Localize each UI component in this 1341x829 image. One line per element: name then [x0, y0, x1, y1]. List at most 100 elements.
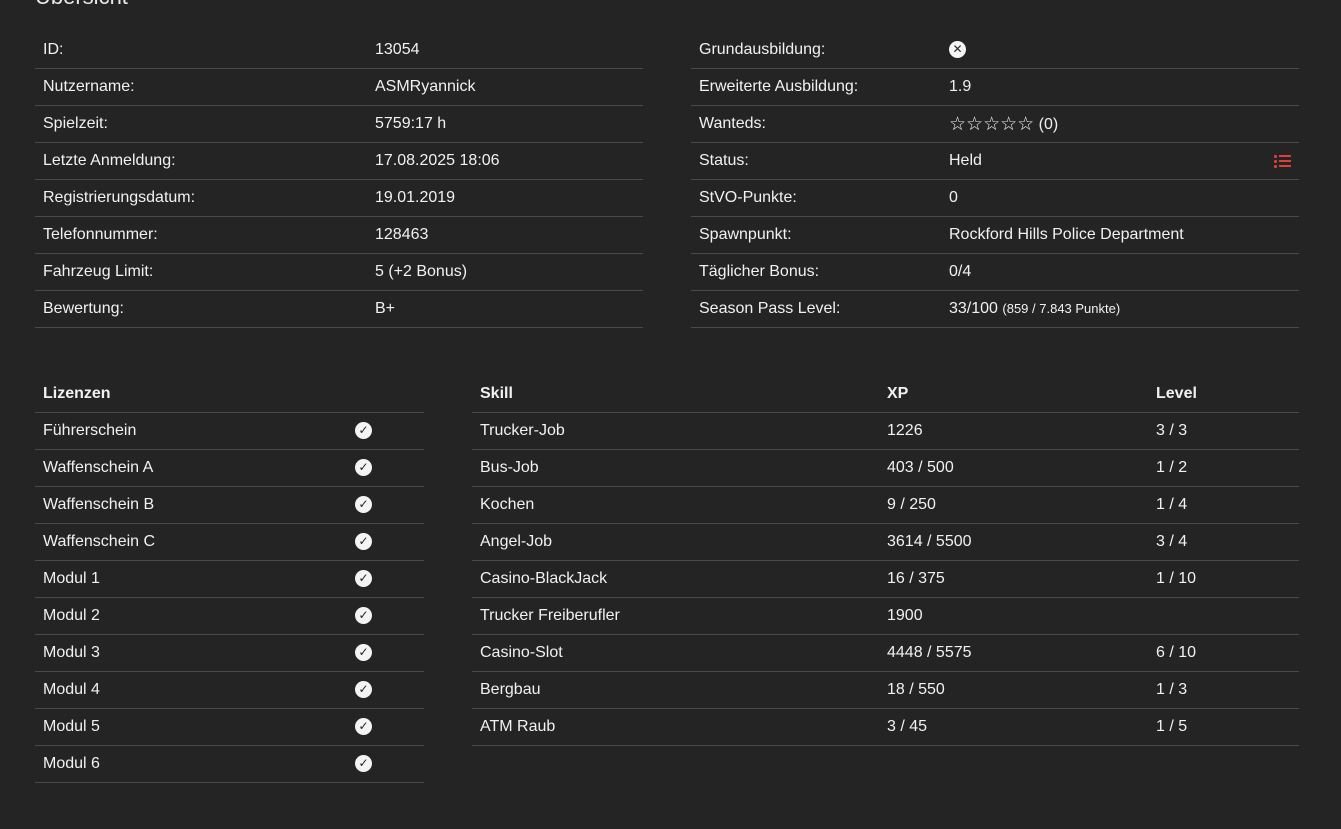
license-name: Waffenschein B	[35, 486, 347, 524]
license-row: Modul 6 ✓	[35, 745, 424, 783]
skills-table: Skill XP Level Trucker-Job 1226 3 / 3 Bu…	[472, 376, 1299, 746]
check-circle-icon: ✓	[355, 718, 372, 736]
wanteds-count: (0)	[1038, 115, 1059, 133]
skill-name: ATM Raub	[472, 708, 879, 746]
skills-header-skill: Skill	[472, 376, 879, 413]
label-daily-bonus: Täglicher Bonus:	[691, 253, 941, 291]
skill-name: Bus-Job	[472, 449, 879, 487]
skill-name: Angel-Job	[472, 523, 879, 561]
general-info-table: ID: 13054 Nutzername: ASMRyannick Spielz…	[35, 32, 643, 328]
license-row: Waffenschein A ✓	[35, 449, 424, 487]
label-registration-date: Registrierungsdatum:	[35, 179, 367, 217]
license-name: Modul 1	[35, 560, 347, 598]
check-circle-icon: ✓	[355, 533, 372, 551]
value-status-cell: Held	[941, 142, 1299, 180]
license-row: Waffenschein B ✓	[35, 486, 424, 524]
check-circle-icon: ✓	[355, 459, 372, 477]
label-advanced-training: Erweiterte Ausbildung:	[691, 68, 941, 106]
skills-header-row: Skill XP Level	[472, 376, 1299, 413]
row-last-login: Letzte Anmeldung: 17.08.2025 18:06	[35, 142, 643, 180]
license-row: Modul 3 ✓	[35, 634, 424, 672]
value-username: ASMRyannick	[367, 68, 643, 106]
label-phone: Telefonnummer:	[35, 216, 367, 254]
label-username: Nutzername:	[35, 68, 367, 106]
license-row: Führerschein ✓	[35, 412, 424, 450]
skill-name: Casino-BlackJack	[472, 560, 879, 598]
label-basic-training: Grundausbildung:	[691, 32, 941, 69]
license-name: Modul 6	[35, 745, 347, 783]
licenses-header-status	[347, 376, 424, 413]
skill-xp: 4448 / 5575	[879, 634, 1148, 672]
skill-row: ATM Raub 3 / 45 1 / 5	[472, 708, 1299, 746]
check-circle-icon: ✓	[355, 644, 372, 662]
skill-level	[1148, 597, 1299, 635]
x-circle-icon: ✕	[949, 41, 966, 59]
license-name: Modul 3	[35, 634, 347, 672]
skill-name: Kochen	[472, 486, 879, 524]
value-daily-bonus: 0/4	[941, 253, 1299, 291]
skill-xp: 18 / 550	[879, 671, 1148, 709]
skill-row: Trucker Freiberufler 1900	[472, 597, 1299, 635]
value-basic-training: ✕	[941, 32, 1299, 69]
row-wanteds: Wanteds: ☆☆☆☆☆ (0)	[691, 105, 1299, 143]
skill-xp: 1900	[879, 597, 1148, 635]
value-last-login: 17.08.2025 18:06	[367, 142, 643, 180]
label-wanteds: Wanteds:	[691, 105, 941, 143]
skill-name: Bergbau	[472, 671, 879, 709]
skill-level: 1 / 3	[1148, 671, 1299, 709]
license-row: Modul 4 ✓	[35, 671, 424, 709]
skill-level: 1 / 10	[1148, 560, 1299, 598]
value-season-pass: 33/100	[949, 300, 998, 317]
row-username: Nutzername: ASMRyannick	[35, 68, 643, 106]
skill-level: 1 / 4	[1148, 486, 1299, 524]
skill-row: Trucker-Job 1226 3 / 3	[472, 412, 1299, 450]
value-status: Held	[949, 152, 982, 169]
value-id: 13054	[367, 32, 643, 69]
label-id: ID:	[35, 32, 367, 69]
row-playtime: Spielzeit: 5759:17 h	[35, 105, 643, 143]
season-pass-points: (859 / 7.843 Punkte)	[1002, 301, 1121, 316]
skill-xp: 3 / 45	[879, 708, 1148, 746]
skill-level: 6 / 10	[1148, 634, 1299, 672]
label-stvo-points: StVO-Punkte:	[691, 179, 941, 217]
skill-name: Trucker-Job	[472, 412, 879, 450]
licenses-table: Lizenzen Führerschein ✓ Waffenschein A ✓…	[35, 376, 424, 783]
row-season-pass: Season Pass Level: 33/100 (859 / 7.843 P…	[691, 290, 1299, 328]
label-playtime: Spielzeit:	[35, 105, 367, 143]
skill-name: Casino-Slot	[472, 634, 879, 672]
page-title: Übersicht	[35, 0, 128, 8]
value-vehicle-limit: 5 (+2 Bonus)	[367, 253, 643, 291]
check-circle-icon: ✓	[355, 570, 372, 588]
row-rating: Bewertung: B+	[35, 290, 643, 328]
skill-level: 1 / 2	[1148, 449, 1299, 487]
list-icon[interactable]	[1274, 154, 1291, 168]
check-circle-icon: ✓	[355, 681, 372, 699]
check-circle-icon: ✓	[355, 755, 372, 773]
star-rating-icon: ☆☆☆☆☆	[949, 113, 1035, 135]
value-advanced-training: 1.9	[941, 68, 1299, 106]
value-stvo-points: 0	[941, 179, 1299, 217]
value-phone: 128463	[367, 216, 643, 254]
row-basic-training: Grundausbildung: ✕	[691, 32, 1299, 69]
value-registration-date: 19.01.2019	[367, 179, 643, 217]
label-last-login: Letzte Anmeldung:	[35, 142, 367, 180]
row-spawn: Spawnpunkt: Rockford Hills Police Depart…	[691, 216, 1299, 254]
row-advanced-training: Erweiterte Ausbildung: 1.9	[691, 68, 1299, 106]
skill-row: Casino-BlackJack 16 / 375 1 / 10	[472, 560, 1299, 598]
licenses-header-row: Lizenzen	[35, 376, 424, 413]
value-season-pass-cell: 33/100 (859 / 7.843 Punkte)	[941, 290, 1299, 328]
value-spawn: Rockford Hills Police Department	[941, 216, 1299, 254]
license-row: Modul 1 ✓	[35, 560, 424, 598]
value-playtime: 5759:17 h	[367, 105, 643, 143]
row-daily-bonus: Täglicher Bonus: 0/4	[691, 253, 1299, 291]
row-stvo-points: StVO-Punkte: 0	[691, 179, 1299, 217]
label-season-pass: Season Pass Level:	[691, 290, 941, 328]
check-circle-icon: ✓	[355, 422, 372, 440]
row-status: Status: Held	[691, 142, 1299, 180]
license-name: Modul 4	[35, 671, 347, 709]
license-name: Waffenschein C	[35, 523, 347, 561]
skill-xp: 403 / 500	[879, 449, 1148, 487]
label-vehicle-limit: Fahrzeug Limit:	[35, 253, 367, 291]
check-circle-icon: ✓	[355, 607, 372, 625]
skill-xp: 16 / 375	[879, 560, 1148, 598]
